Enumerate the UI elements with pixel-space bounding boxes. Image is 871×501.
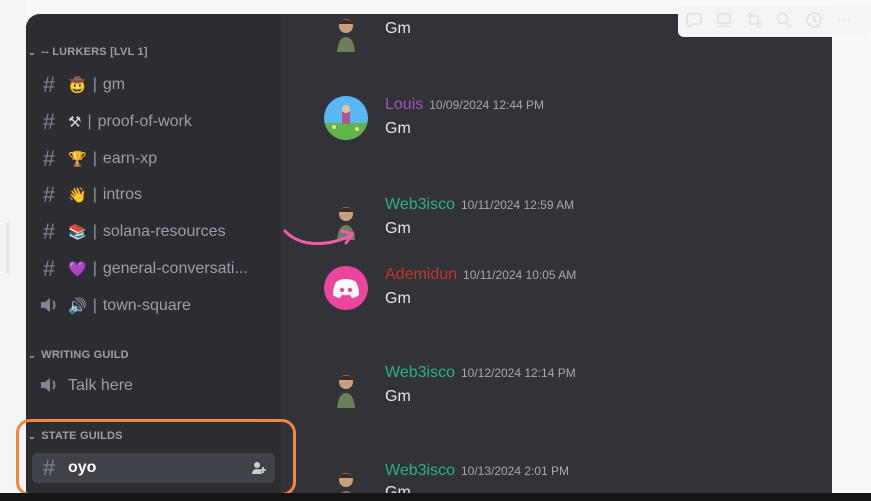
channel-separator: | [92, 297, 97, 314]
category-lurkers[interactable]: ⌄ -- LURKERS [LVL 1] [26, 46, 148, 60]
highlight-annotation [16, 419, 296, 496]
message-text: Gm [385, 120, 411, 137]
channel-emoji: 💜 [68, 261, 87, 278]
channel-separator: | [92, 150, 97, 167]
category-writing-guild[interactable]: ⌄ WRITING GUILD [26, 349, 129, 363]
channel-separator: | [92, 260, 97, 277]
channel-emoji: 🏆 [68, 151, 87, 168]
more-icon[interactable]: ⋯ [834, 11, 854, 31]
message-timestamp: 10/09/2024 12:44 PM [429, 98, 545, 112]
message-header: Web3isco 10/12/2024 12:14 PM [385, 364, 576, 382]
hover-toolbar: ⋯ [678, 5, 871, 37]
message-timestamp: 10/11/2024 12:59 AM [460, 198, 575, 212]
message-author[interactable]: Web3isco [385, 462, 455, 479]
speaker-icon [38, 376, 60, 397]
channel-emoji: ⚒ [68, 114, 82, 131]
channel-gm[interactable]: # 🤠 | gm [32, 70, 275, 100]
channel-separator: | [92, 186, 97, 203]
message-text: Gm [385, 20, 411, 37]
channel-emoji: 🤠 [68, 77, 87, 94]
message-header: Louis 10/09/2024 12:44 PM [385, 96, 544, 114]
channel-emoji: 📚 [68, 224, 87, 241]
channel-separator: | [87, 113, 92, 130]
speaker-icon [38, 296, 60, 317]
channel-talk-here[interactable]: Talk here [32, 371, 275, 401]
category-label: -- LURKERS [LVL 1] [41, 46, 148, 58]
channel-label: Talk here [68, 377, 133, 394]
hashtag-icon: # [42, 146, 56, 171]
message-author[interactable]: Web3isco [385, 196, 455, 213]
channel-separator: | [92, 223, 97, 240]
channel-town-square[interactable]: 🔊 | town-square [32, 291, 275, 321]
hashtag-icon: # [42, 219, 56, 244]
chevron-down-icon: ⌄ [27, 47, 37, 57]
avatar[interactable] [324, 96, 368, 140]
channel-intros[interactable]: # 👋 | intros [32, 180, 275, 210]
message-author[interactable]: Ademidun [385, 266, 457, 283]
avatar[interactable] [324, 368, 368, 412]
chat-area: Gm Louis 10/09/2024 12:44 PM Gm Web3isco 1… [281, 14, 832, 494]
channel-proof-of-work[interactable]: # ⚒ | proof-of-work [32, 107, 275, 137]
hashtag-icon: # [42, 256, 56, 281]
message-timestamp: 10/11/2024 10:05 AM [463, 268, 577, 282]
message-text: Gm [385, 220, 411, 237]
hashtag-icon: # [42, 182, 56, 207]
scroll-hint [6, 222, 9, 274]
message-text: Gm [385, 388, 411, 405]
message-header: Ademidun 10/11/2024 10:05 AM [385, 266, 576, 284]
message-author[interactable]: Louis [385, 96, 423, 113]
channel-solana-resources[interactable]: # 📚 | solana-resources [32, 217, 275, 247]
stack-icon[interactable] [714, 11, 734, 31]
channel-label: proof-of-work [97, 113, 192, 130]
channel-label: earn-xp [102, 150, 158, 167]
channel-emoji: 🔊 [68, 298, 87, 315]
channel-label: intros [102, 186, 142, 203]
zoom-icon[interactable] [774, 11, 794, 31]
channel-general-conversation[interactable]: # 💜 | general-conversati... [32, 254, 275, 284]
channel-earn-xp[interactable]: # 🏆 | earn-xp [32, 144, 275, 174]
comment-icon[interactable] [684, 11, 704, 31]
channel-emoji: 👋 [68, 187, 87, 204]
avatar[interactable] [324, 14, 368, 56]
channel-label: general-conversati... [102, 260, 248, 277]
right-page-margin [832, 0, 871, 501]
category-label: WRITING GUILD [41, 349, 129, 361]
hashtag-icon: # [42, 109, 56, 134]
channel-label: gm [102, 76, 126, 93]
hashtag-icon: # [42, 72, 56, 97]
channel-label: town-square [102, 297, 191, 314]
message-text: Gm [385, 290, 411, 307]
clock-icon[interactable] [804, 11, 824, 31]
message-header: Web3isco 10/13/2024 2:01 PM [385, 462, 569, 480]
message-timestamp: 10/13/2024 2:01 PM [460, 464, 570, 478]
avatar[interactable] [324, 466, 368, 494]
message-author[interactable]: Web3isco [385, 364, 455, 381]
channel-label: solana-resources [102, 223, 226, 240]
crop-icon[interactable] [744, 11, 764, 31]
pink-arrow-annotation [283, 229, 355, 246]
channel-separator: | [92, 76, 97, 93]
avatar[interactable] [324, 266, 368, 310]
bottom-bar [0, 493, 871, 501]
message-header: Web3isco 10/11/2024 12:59 AM [385, 196, 574, 214]
message-timestamp: 10/12/2024 12:14 PM [460, 366, 576, 380]
chevron-down-icon: ⌄ [27, 350, 37, 360]
